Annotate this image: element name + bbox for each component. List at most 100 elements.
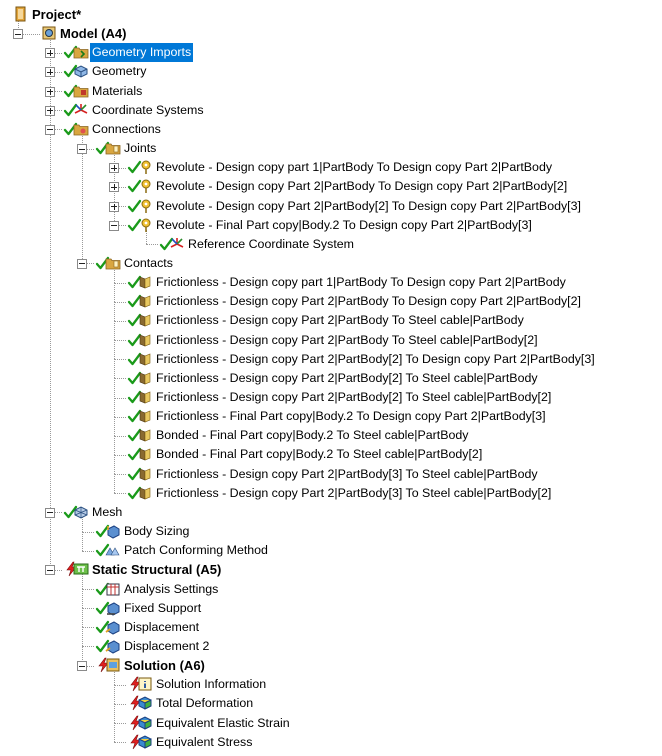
tree-node-solution-a6[interactable]: Solution (A6) [0, 656, 662, 675]
contact-region-icon [137, 466, 153, 482]
collapse-icon[interactable] [45, 507, 55, 518]
result-icon [137, 715, 153, 731]
tree-node-frictionless-design-copy-part-1-partbody-to-design-copy-part[interactable]: Frictionless - Design copy part 1|PartBo… [0, 273, 662, 292]
tree-node-label: Static Structural (A5) [92, 562, 222, 578]
tree-node-label: Bonded - Final Part copy|Body.2 To Steel… [156, 428, 469, 443]
tree-node-label: Bonded - Final Part copy|Body.2 To Steel… [156, 447, 483, 462]
tree-node-equivalent-elastic-strain[interactable]: Equivalent Elastic Strain [0, 714, 662, 733]
collapse-icon[interactable] [77, 258, 87, 269]
contact-region-icon [137, 389, 153, 405]
expand-icon[interactable] [45, 67, 55, 78]
collapse-icon[interactable] [77, 144, 87, 155]
solution-icon [105, 657, 121, 673]
contact-region-icon [137, 332, 153, 348]
project-icon [13, 6, 29, 22]
collapse-icon[interactable] [109, 220, 119, 231]
expand-icon[interactable] [109, 201, 119, 212]
coordinate-systems-icon [73, 102, 89, 118]
expand-icon[interactable] [109, 163, 119, 174]
tree-node-coordinate-systems[interactable]: Coordinate Systems [0, 101, 662, 120]
connections-icon [73, 121, 89, 137]
tree-node-frictionless-design-copy-part-2-partbody-2-to-design-copy-pa[interactable]: Frictionless - Design copy Part 2|PartBo… [0, 350, 662, 369]
geometry-imports-icon [73, 44, 89, 60]
tree-node-joints[interactable]: Joints [0, 139, 662, 158]
tree-node-displacement[interactable]: Displacement [0, 618, 662, 637]
tree-node-label: Frictionless - Design copy Part 2|PartBo… [156, 351, 595, 366]
tree-node-frictionless-design-copy-part-2-partbody-to-steel-cable-part[interactable]: Frictionless - Design copy Part 2|PartBo… [0, 311, 662, 330]
tree-node-label: Geometry Imports [90, 43, 194, 63]
expand-icon[interactable] [45, 48, 55, 59]
tree-node-frictionless-design-copy-part-2-partbody-3-to-steel-cable-pa[interactable]: Frictionless - Design copy Part 2|PartBo… [0, 484, 662, 503]
contact-region-icon [137, 293, 153, 309]
revolute-joint-icon [137, 198, 153, 214]
tree-node-label: Revolute - Design copy Part 2|PartBody T… [156, 179, 568, 194]
expand-icon[interactable] [45, 86, 55, 97]
tree-node-fixed-support[interactable]: Fixed Support [0, 599, 662, 618]
tree-node-revolute-design-copy-part-2-partbody-to-design-copy-part-2-p[interactable]: Revolute - Design copy Part 2|PartBody T… [0, 177, 662, 196]
static-structural-icon [73, 561, 89, 577]
tree-node-body-sizing[interactable]: Body Sizing [0, 522, 662, 541]
tree-node-revolute-design-copy-part-2-partbody-2-to-design-copy-part-2[interactable]: Revolute - Design copy Part 2|PartBody[2… [0, 197, 662, 216]
tree-node-materials[interactable]: Materials [0, 82, 662, 101]
tree-node-connections[interactable]: Connections [0, 120, 662, 139]
tree-node-analysis-settings[interactable]: Analysis Settings [0, 580, 662, 599]
collapse-icon[interactable] [45, 565, 55, 576]
tree-node-label: Patch Conforming Method [124, 543, 268, 558]
tree-node-mesh[interactable]: Mesh [0, 503, 662, 522]
tree-node-label: Equivalent Elastic Strain [156, 715, 290, 730]
tree-node-label: Frictionless - Design copy Part 2|PartBo… [156, 485, 552, 500]
tree-node-label: Frictionless - Design copy Part 2|PartBo… [156, 313, 524, 328]
tree-node-label: Frictionless - Design copy Part 2|PartBo… [156, 390, 552, 404]
tree-node-frictionless-design-copy-part-2-partbody-to-steel-cable-part[interactable]: Frictionless - Design copy Part 2|PartBo… [0, 331, 662, 350]
displacement-icon [105, 619, 121, 635]
tree-node-label: Frictionless - Design copy Part 2|PartBo… [156, 332, 538, 347]
tree-node-geometry-imports[interactable]: Geometry Imports [0, 43, 662, 63]
tree-node-label: Revolute - Design copy Part 2|PartBody[2… [156, 198, 581, 213]
tree-node-label: Frictionless - Design copy Part 2|PartBo… [156, 370, 538, 385]
tree-node-label: Displacement 2 [124, 638, 210, 653]
tree-node-total-deformation[interactable]: Total Deformation [0, 694, 662, 713]
tree-node-label: Mesh [92, 504, 123, 519]
tree-node-contacts[interactable]: Contacts [0, 254, 662, 273]
tree-node-label: Frictionless - Design copy Part 2|PartBo… [156, 294, 581, 309]
tree-node-model-a4[interactable]: Model (A4) [0, 24, 662, 43]
tree-node-frictionless-final-part-copy-body-2-to-design-copy-part-2-pa[interactable]: Frictionless - Final Part copy|Body.2 To… [0, 407, 662, 426]
tree-node-equivalent-stress[interactable]: Equivalent Stress [0, 733, 662, 752]
tree-node-label: Connections [92, 121, 161, 136]
tree-node-patch-conforming-method[interactable]: Patch Conforming Method [0, 541, 662, 560]
contact-region-icon [137, 370, 153, 386]
mesh-icon [73, 504, 89, 520]
collapse-icon[interactable] [45, 124, 55, 135]
tree-node-bonded-final-part-copy-body-2-to-steel-cable-partbody-2[interactable]: Bonded - Final Part copy|Body.2 To Steel… [0, 445, 662, 464]
tree-node-label: Frictionless - Design copy part 1|PartBo… [156, 275, 566, 290]
tree-node-frictionless-design-copy-part-2-partbody-2-to-steel-cable-pa[interactable]: Frictionless - Design copy Part 2|PartBo… [0, 388, 662, 407]
tree-node-project[interactable]: Project* [0, 5, 662, 24]
body-sizing-icon [105, 523, 121, 539]
tree-node-frictionless-design-copy-part-2-partbody-3-to-steel-cable-pa[interactable]: Frictionless - Design copy Part 2|PartBo… [0, 465, 662, 484]
revolute-joint-icon [137, 217, 153, 233]
tree-node-label: Materials [92, 83, 143, 98]
coordinate-system-icon [169, 236, 185, 252]
tree-node-solution-information[interactable]: Solution Information [0, 675, 662, 694]
model-icon [41, 25, 57, 41]
contact-region-icon [137, 274, 153, 290]
tree-node-frictionless-design-copy-part-2-partbody-to-design-copy-part[interactable]: Frictionless - Design copy Part 2|PartBo… [0, 292, 662, 311]
tree-node-bonded-final-part-copy-body-2-to-steel-cable-partbody[interactable]: Bonded - Final Part copy|Body.2 To Steel… [0, 426, 662, 445]
materials-icon [73, 83, 89, 99]
fixed-support-icon [105, 600, 121, 616]
collapse-icon[interactable] [77, 661, 87, 672]
tree-node-reference-coordinate-system[interactable]: Reference Coordinate System [0, 235, 662, 254]
tree-node-displacement-2[interactable]: Displacement 2 [0, 637, 662, 656]
contact-region-icon [137, 312, 153, 328]
tree-node-revolute-final-part-copy-body-2-to-design-copy-part-2-partbo[interactable]: Revolute - Final Part copy|Body.2 To Des… [0, 216, 662, 235]
expand-icon[interactable] [109, 182, 119, 193]
tree-node-label: Frictionless - Final Part copy|Body.2 To… [156, 409, 546, 424]
tree-node-geometry[interactable]: Geometry [0, 62, 662, 81]
expand-icon[interactable] [45, 105, 55, 116]
tree-node-static-structural-a5[interactable]: Static Structural (A5) [0, 560, 662, 579]
analysis-settings-icon [105, 581, 121, 597]
tree-node-revolute-design-copy-part-1-partbody-to-design-copy-part-2-p[interactable]: Revolute - Design copy part 1|PartBody T… [0, 158, 662, 177]
tree-node-frictionless-design-copy-part-2-partbody-2-to-steel-cable-pa[interactable]: Frictionless - Design copy Part 2|PartBo… [0, 369, 662, 388]
tree-node-label: Displacement [124, 619, 200, 634]
collapse-icon[interactable] [13, 29, 23, 40]
